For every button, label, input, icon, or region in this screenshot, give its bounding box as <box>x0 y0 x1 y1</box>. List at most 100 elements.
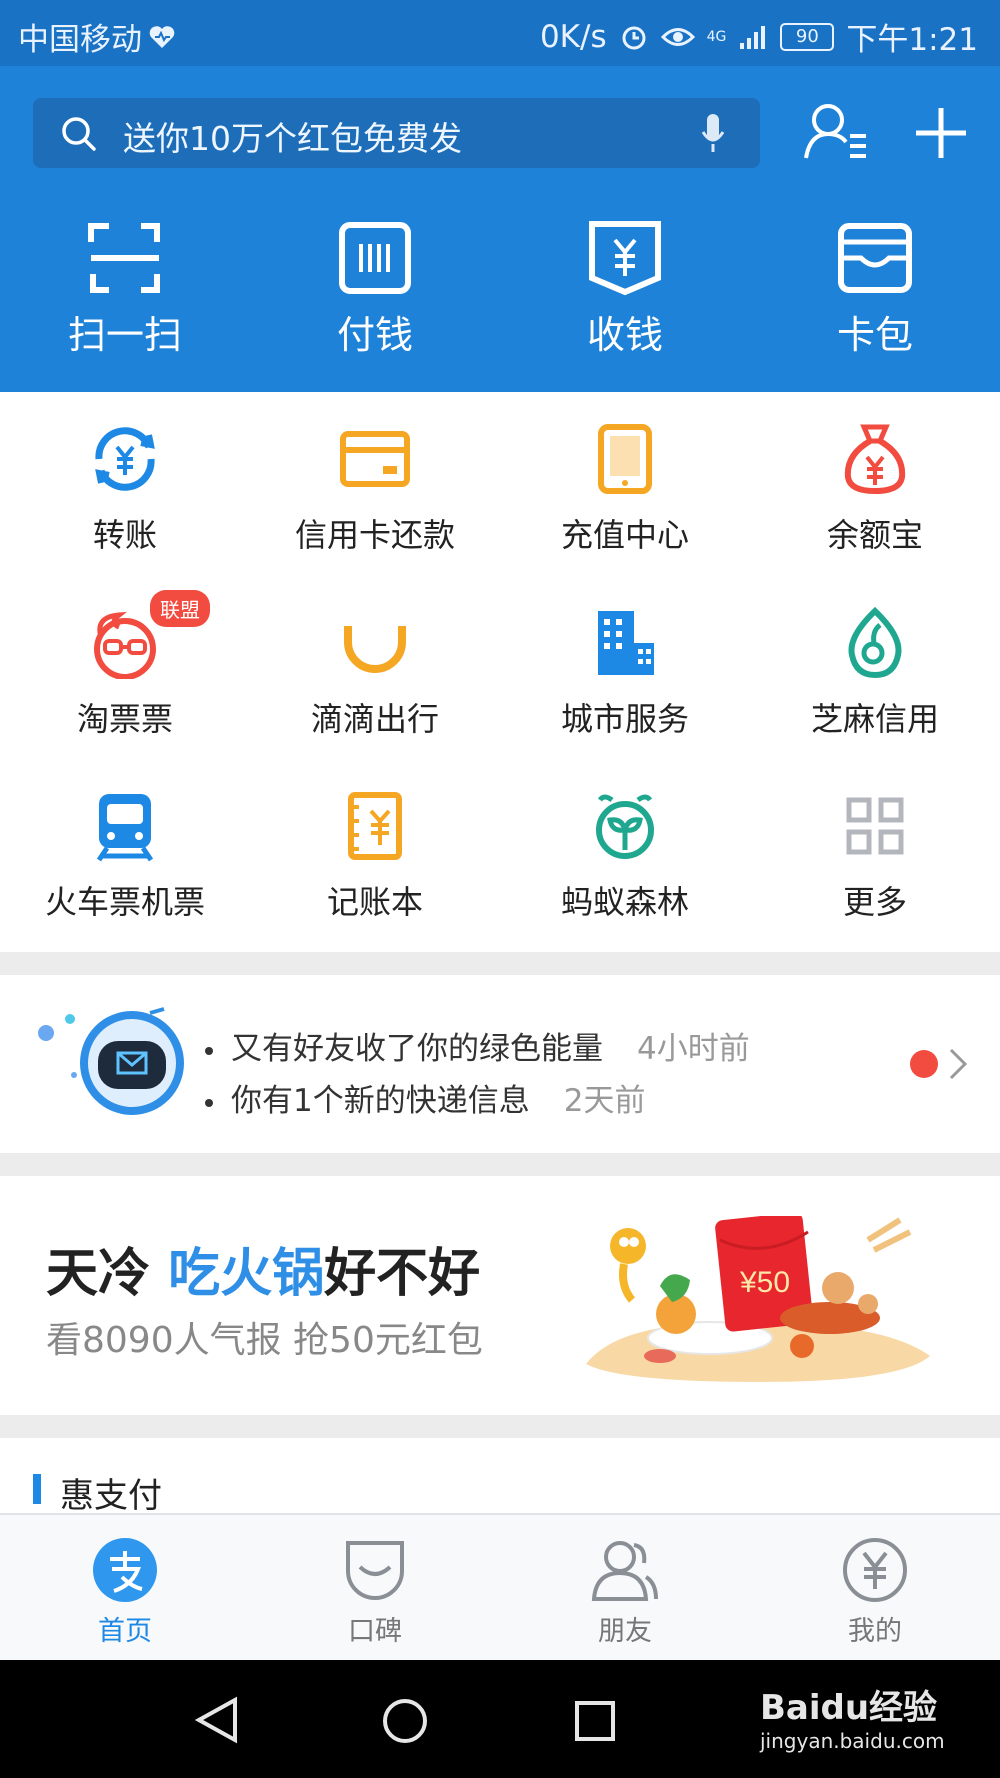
alipay-home-icon <box>93 1538 157 1602</box>
carrier-label: 中国移动 <box>18 22 142 58</box>
service-label: 转账 <box>92 516 157 554</box>
news-text: 你有1个新的快递信息 <box>231 1083 530 1119</box>
service-train-flight[interactable]: 火车票机票 <box>0 787 250 923</box>
news-text: 又有好友收了你的绿色能量 <box>231 1031 603 1067</box>
phone-recharge-icon <box>598 424 652 494</box>
tab-label: 朋友 <box>598 1616 652 1647</box>
service-label: 淘票票 <box>76 700 173 738</box>
service-ant-forest[interactable]: 蚂蚁森林 <box>500 787 750 923</box>
service-sesame[interactable]: 芝麻信用 <box>750 604 1000 740</box>
bullet <box>205 1046 213 1055</box>
contacts-icon[interactable] <box>802 102 872 162</box>
discount-pay-section: 惠支付 <box>0 1438 1000 1516</box>
taopiaopiao-icon <box>94 611 156 679</box>
more-grid-icon <box>846 797 904 855</box>
recent-apps-icon[interactable] <box>574 1700 616 1742</box>
network-type: 4G <box>706 28 727 45</box>
robot-assistant-icon <box>38 1007 184 1115</box>
watermark-brand: Baidu经验 <box>760 1688 938 1728</box>
tab-koubei[interactable]: 口碑 <box>250 1537 500 1648</box>
divider <box>0 1415 1000 1438</box>
status-bar: 中国移动 0K/s 4G 90 下午1:21 <box>0 0 1000 66</box>
microphone-icon[interactable] <box>699 112 727 154</box>
battery-icon: 90 <box>780 22 835 51</box>
divider <box>0 952 1000 975</box>
news-item: 你有1个新的快递信息 2天前 <box>205 1075 645 1120</box>
service-more[interactable]: 更多 <box>750 787 1000 923</box>
banner-title-suffix: 好不好 <box>324 1244 481 1304</box>
card-wallet-button[interactable]: 卡包 <box>750 220 1000 359</box>
service-didi[interactable]: 滴滴出行 <box>250 604 500 740</box>
promo-banner[interactable]: 天冷 吃火锅好不好 看8090人气报 抢50元红包 ¥50 <box>0 1176 1000 1415</box>
transfer-icon <box>95 427 155 491</box>
alliance-badge: 联盟 <box>150 590 210 627</box>
service-transfer[interactable]: 转账 <box>0 420 250 556</box>
card-wallet-label: 卡包 <box>836 313 913 357</box>
watermark-url: jingyan.baidu.com <box>760 1729 945 1753</box>
tab-label: 口碑 <box>348 1616 402 1647</box>
tab-friends[interactable]: 朋友 <box>500 1537 750 1648</box>
section-title: 惠支付 <box>60 1476 162 1516</box>
ant-forest-icon <box>596 794 654 859</box>
scan-label: 扫一扫 <box>67 313 182 357</box>
chevron-right-icon[interactable] <box>948 1047 968 1081</box>
service-label: 记账本 <box>326 883 423 921</box>
service-recharge[interactable]: 充值中心 <box>500 420 750 556</box>
system-nav-bar: Baidu经验 jingyan.baidu.com <box>0 1660 1000 1778</box>
pay-button[interactable]: 付钱 <box>250 220 500 359</box>
ledger-icon <box>348 792 402 860</box>
tab-mine[interactable]: 我的 <box>750 1537 1000 1648</box>
friends-icon <box>591 1541 658 1601</box>
signal-icon <box>740 25 766 49</box>
train-icon <box>96 794 154 862</box>
network-speed: 0K/s <box>539 18 607 55</box>
service-taopiaopiao[interactable]: 联盟 淘票票 <box>0 590 250 740</box>
search-bar[interactable]: 送你10万个红包免费发 <box>33 98 760 168</box>
eye-comfort-icon <box>660 27 695 46</box>
banner-subtitle: 看8090人气报 抢50元红包 <box>46 1320 483 1361</box>
pay-code-icon <box>339 222 411 294</box>
search-icon <box>62 117 96 151</box>
news-time: 2天前 <box>563 1083 646 1119</box>
card-wallet-icon <box>838 223 912 293</box>
scan-icon <box>88 223 160 293</box>
tab-label: 首页 <box>98 1616 152 1647</box>
hotpot-illustration: ¥50 <box>586 1216 930 1382</box>
unread-dot <box>910 1050 938 1078</box>
yuan-circle-icon <box>843 1538 907 1602</box>
home-circle-icon[interactable] <box>382 1698 428 1744</box>
didi-icon <box>344 612 406 673</box>
service-yuebao[interactable]: 余额宝 <box>750 420 1000 556</box>
service-label: 充值中心 <box>560 516 689 554</box>
service-label: 芝麻信用 <box>810 700 939 738</box>
sesame-credit-icon <box>848 607 902 679</box>
back-icon[interactable] <box>195 1696 239 1744</box>
service-label: 火车票机票 <box>44 883 205 921</box>
news-time: 4小时前 <box>637 1031 750 1067</box>
receive-money-button[interactable]: 收钱 <box>500 220 750 359</box>
service-city[interactable]: 城市服务 <box>500 604 750 740</box>
scan-button[interactable]: 扫一扫 <box>0 220 250 359</box>
bottom-tab-bar: 首页 口碑 朋友 我的 <box>0 1513 1000 1662</box>
red-packet-amount: ¥50 <box>739 1266 790 1299</box>
baidu-jingyan-watermark: Baidu经验 jingyan.baidu.com <box>760 1680 980 1760</box>
city-building-icon <box>598 611 654 675</box>
service-label: 滴滴出行 <box>310 700 439 738</box>
service-credit-card[interactable]: 信用卡还款 <box>250 420 500 556</box>
service-label: 余额宝 <box>826 516 923 554</box>
pay-label: 付钱 <box>336 313 413 357</box>
service-ledger[interactable]: 记账本 <box>250 787 500 923</box>
service-label: 信用卡还款 <box>294 516 455 554</box>
message-notice[interactable]: 又有好友收了你的绿色能量 4小时前 你有1个新的快递信息 2天前 <box>0 975 1000 1153</box>
bullet <box>205 1098 213 1107</box>
banner-title-highlight: 吃火锅 <box>168 1244 325 1304</box>
receive-money-label: 收钱 <box>586 313 663 357</box>
heart-health-icon <box>149 25 175 48</box>
credit-card-icon <box>340 431 410 487</box>
koubei-icon <box>346 1541 404 1600</box>
service-label: 更多 <box>842 883 907 921</box>
tab-home[interactable]: 首页 <box>0 1537 250 1648</box>
banner-title-prefix: 天冷 <box>46 1244 169 1304</box>
add-icon[interactable] <box>914 106 968 160</box>
money-bag-icon <box>844 424 906 495</box>
